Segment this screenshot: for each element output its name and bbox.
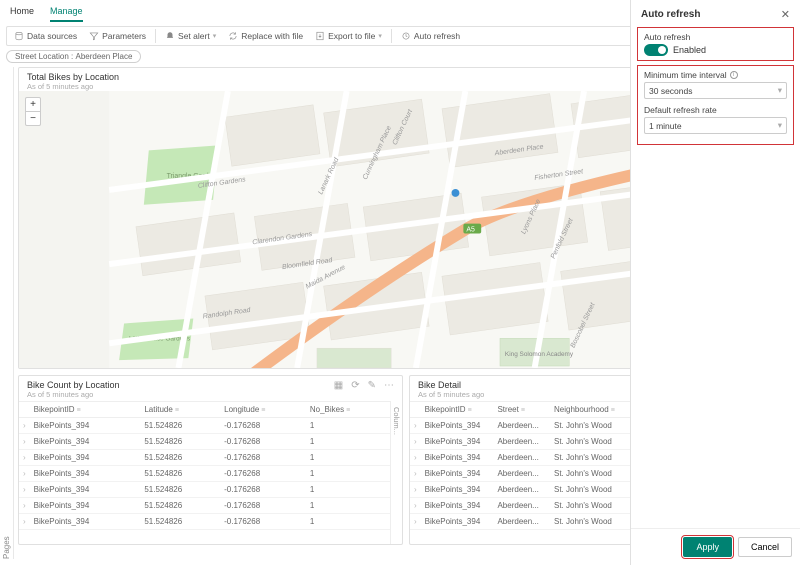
chevron-down-icon: ▾: [378, 32, 382, 40]
count-subtitle: As of 5 minutes ago: [27, 390, 120, 399]
col-header[interactable]: BikepointID≡: [30, 402, 141, 418]
table-row[interactable]: ›BikePoints_39451.524826-0.1762681: [19, 434, 390, 450]
set-alert-button[interactable]: Set alert ▾: [160, 29, 221, 43]
table-row[interactable]: ›BikePoints_39451.524826-0.1762681: [19, 514, 390, 530]
detail-title: Bike Detail: [418, 380, 484, 390]
expand-icon[interactable]: ›: [19, 498, 30, 514]
toggle-group-highlight: Auto refresh Enabled: [637, 27, 794, 61]
expand-icon[interactable]: ›: [19, 514, 30, 530]
separator: [391, 29, 392, 43]
expand-icon[interactable]: ›: [410, 482, 421, 498]
expand-icon[interactable]: ›: [410, 466, 421, 482]
tab-manage[interactable]: Manage: [50, 2, 83, 22]
col-header[interactable]: Neighbourhood≡: [550, 402, 629, 418]
database-icon: [14, 31, 24, 41]
expand-icon[interactable]: ›: [19, 466, 30, 482]
min-interval-select[interactable]: 30 seconds ▾: [644, 82, 787, 99]
refresh-rate-select[interactable]: 1 minute ▾: [644, 117, 787, 134]
min-interval-label: Minimum time interval i: [644, 70, 787, 80]
auto-refresh-icon: [401, 31, 411, 41]
count-table: BikepointID≡Latitude≡Longitude≡No_Bikes≡…: [19, 401, 390, 530]
panel-title: Auto refresh: [641, 9, 700, 20]
col-header[interactable]: No_Bikes≡: [306, 402, 390, 418]
table-row[interactable]: ›BikePoints_39451.524826-0.1762681: [19, 498, 390, 514]
tab-home[interactable]: Home: [10, 2, 34, 22]
expand-icon[interactable]: ›: [410, 450, 421, 466]
expand-icon[interactable]: ›: [410, 514, 421, 530]
svg-text:A5: A5: [466, 226, 475, 233]
table-row[interactable]: ›BikePoints_39451.524826-0.1762681: [19, 450, 390, 466]
edit-icon[interactable]: ✎: [368, 380, 376, 391]
column-rail[interactable]: Colum...: [390, 401, 402, 544]
expand-icon[interactable]: ›: [410, 498, 421, 514]
expand-icon[interactable]: ›: [19, 482, 30, 498]
export-file-button[interactable]: Export to file ▾: [310, 29, 387, 43]
more-icon[interactable]: ⋯: [384, 380, 394, 391]
col-header[interactable]: Latitude≡: [140, 402, 220, 418]
table-row[interactable]: ›BikePoints_39451.524826-0.1762681: [19, 418, 390, 434]
zoom-control: + −: [25, 97, 41, 126]
refresh-rate-label: Default refresh rate: [644, 105, 787, 115]
settings-group-highlight: Minimum time interval i 30 seconds ▾ Def…: [637, 65, 794, 145]
separator: [155, 29, 156, 43]
expand-icon[interactable]: ›: [410, 418, 421, 434]
table-row[interactable]: ›BikePoints_39451.524826-0.1762681: [19, 482, 390, 498]
chevron-down-icon: ▾: [778, 85, 782, 96]
zoom-in-button[interactable]: +: [26, 98, 40, 112]
report-icon[interactable]: ▦: [334, 380, 343, 391]
col-header[interactable]: BikepointID≡: [421, 402, 494, 418]
zoom-out-button[interactable]: −: [26, 112, 40, 125]
expand-icon[interactable]: ›: [19, 434, 30, 450]
count-title: Bike Count by Location: [27, 380, 120, 390]
col-header[interactable]: Longitude≡: [220, 402, 306, 418]
count-card: Bike Count by Location As of 5 minutes a…: [18, 375, 403, 545]
apply-button[interactable]: Apply: [683, 537, 732, 557]
toggle-label: Auto refresh: [644, 32, 787, 42]
close-icon[interactable]: ✕: [781, 8, 790, 21]
data-sources-button[interactable]: Data sources: [9, 29, 82, 43]
refresh-icon[interactable]: ⟳: [351, 380, 359, 391]
expand-icon[interactable]: ›: [19, 450, 30, 466]
filter-icon: [89, 31, 99, 41]
toggle-state: Enabled: [673, 45, 706, 55]
auto-refresh-panel: Auto refresh ✕ Auto refresh Enabled Mini…: [630, 0, 800, 565]
pages-rail[interactable]: Pages: [0, 67, 14, 559]
parameters-button[interactable]: Parameters: [84, 29, 151, 43]
detail-subtitle: As of 5 minutes ago: [418, 390, 484, 399]
auto-refresh-toggle[interactable]: [644, 44, 668, 56]
expand-icon[interactable]: ›: [19, 418, 30, 434]
card-tools: ▦ ⟳ ✎ ⋯: [334, 380, 394, 391]
bell-icon: [165, 31, 175, 41]
pages-label: Pages: [2, 87, 11, 559]
panel-footer: Apply Cancel: [631, 528, 800, 565]
table-row[interactable]: ›BikePoints_39451.524826-0.1762681: [19, 466, 390, 482]
map-data-point: [452, 189, 460, 197]
col-header[interactable]: Street≡: [493, 402, 550, 418]
expand-icon[interactable]: ›: [410, 434, 421, 450]
chevron-down-icon: ▾: [778, 120, 782, 131]
auto-refresh-button[interactable]: Auto refresh: [396, 29, 465, 43]
replace-file-button[interactable]: Replace with file: [223, 29, 308, 43]
cancel-button[interactable]: Cancel: [738, 537, 792, 557]
export-icon: [315, 31, 325, 41]
filter-chip[interactable]: Street Location : Aberdeen Place: [6, 50, 141, 63]
info-icon[interactable]: i: [730, 71, 738, 79]
chevron-down-icon: ▾: [213, 32, 217, 40]
refresh-icon: [228, 31, 238, 41]
svg-text:King Solomon Academy: King Solomon Academy: [505, 351, 574, 358]
